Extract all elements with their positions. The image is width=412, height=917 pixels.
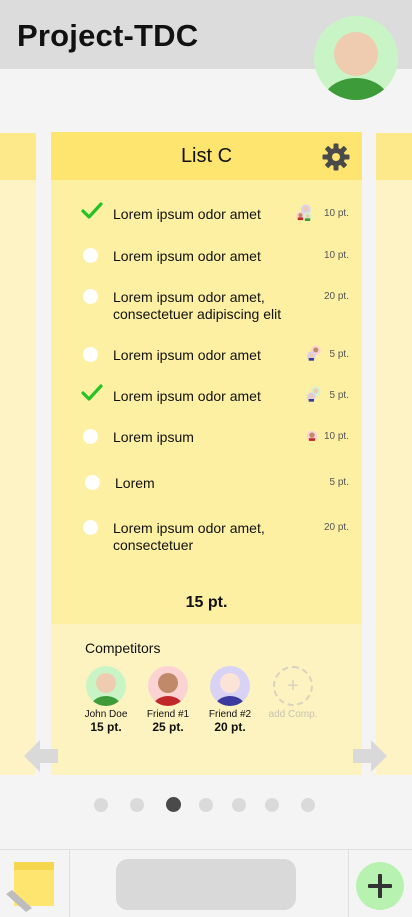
assignee-avatars-icon [296, 204, 312, 221]
page-dot[interactable] [232, 798, 246, 812]
previous-list-card[interactable] [0, 133, 36, 775]
arrow-right-icon[interactable] [351, 738, 389, 774]
competitor[interactable]: Friend #2 20 pt. [199, 666, 261, 734]
task-points: 5 pt. [329, 477, 349, 488]
task-text: Lorem ipsum odor amet, consectetuer [113, 520, 265, 553]
competitor[interactable]: John Doe 15 pt. [75, 666, 137, 734]
task-checkbox[interactable] [83, 520, 98, 535]
task-text: Lorem [115, 475, 155, 491]
page-dot[interactable] [94, 798, 108, 812]
task-checkbox[interactable] [83, 429, 98, 444]
task-points: 10 pt. [323, 250, 349, 261]
task-text: Lorem ipsum odor amet [113, 206, 261, 222]
avatar-icon [153, 673, 183, 706]
task-text: Lorem ipsum odor amet [113, 347, 261, 363]
bottom-action-pill[interactable] [116, 859, 296, 910]
add-competitor-label: add Comp. [268, 709, 318, 720]
task-points: 20 pt. [323, 522, 349, 533]
task-points: 10 pt. [323, 208, 349, 219]
add-competitor-icon: + [273, 666, 313, 706]
add-button[interactable] [356, 862, 404, 910]
assignee-avatars-icon [306, 386, 321, 402]
assignee-avatars-icon [306, 345, 321, 361]
competitor-avatar [86, 666, 126, 706]
competitors-section: Competitors John Doe 15 pt. Friend #1 25… [51, 624, 362, 775]
page-indicator[interactable] [0, 797, 412, 813]
list-total-points: 15 pt. [185, 594, 228, 611]
check-icon[interactable] [81, 384, 103, 402]
task-text: Lorem ipsum [113, 429, 194, 445]
avatar-icon [322, 32, 390, 100]
app-title: Project-TDC [17, 18, 199, 53]
list-title: List C [180, 145, 233, 167]
task-points: 5 pt. [329, 390, 349, 401]
competitor-score: 20 pt. [214, 720, 246, 734]
page-dot[interactable] [301, 798, 315, 812]
note-icon[interactable] [6, 858, 56, 912]
user-avatar[interactable] [314, 16, 398, 100]
bottom-bar [0, 849, 412, 917]
check-icon[interactable] [81, 202, 103, 220]
page-dot[interactable] [130, 798, 144, 812]
page-dot[interactable] [199, 798, 213, 812]
task-checkbox[interactable] [83, 289, 98, 304]
list-card: List C Lorem ipsum odor amet 10 pt. Lore… [51, 132, 362, 775]
task-checkbox[interactable] [85, 475, 100, 490]
competitor-name: Friend #1 [146, 709, 190, 720]
competitor-avatar [148, 666, 188, 706]
arrow-left-icon[interactable] [22, 738, 60, 774]
list-card-header: List C [51, 132, 362, 180]
competitor-avatar [210, 666, 250, 706]
next-list-card[interactable] [376, 133, 412, 775]
task-points: 20 pt. [323, 291, 349, 302]
assignee-avatar-icon [306, 430, 318, 442]
competitor-name: John Doe [84, 709, 128, 720]
competitor-score: 15 pt. [90, 720, 122, 734]
task-text: Lorem ipsum odor amet [113, 388, 261, 404]
page-dot-active[interactable] [166, 797, 181, 812]
competitor-score: 25 pt. [152, 720, 184, 734]
task-points: 5 pt. [329, 349, 349, 360]
gear-icon[interactable] [322, 143, 350, 171]
task-points: 10 pt. [323, 431, 349, 442]
avatar-icon [215, 673, 245, 706]
avatar-icon [91, 673, 121, 706]
task-text: Lorem ipsum odor amet, consectetuer adip… [113, 289, 282, 322]
task-text: Lorem ipsum odor amet [113, 248, 261, 264]
task-checkbox[interactable] [83, 248, 98, 263]
competitor-name: Friend #2 [208, 709, 252, 720]
page-dot[interactable] [265, 798, 279, 812]
task-checkbox[interactable] [83, 347, 98, 362]
competitors-title: Competitors [85, 640, 161, 656]
add-competitor-button[interactable]: + add Comp. [262, 666, 324, 720]
competitor[interactable]: Friend #1 25 pt. [137, 666, 199, 734]
